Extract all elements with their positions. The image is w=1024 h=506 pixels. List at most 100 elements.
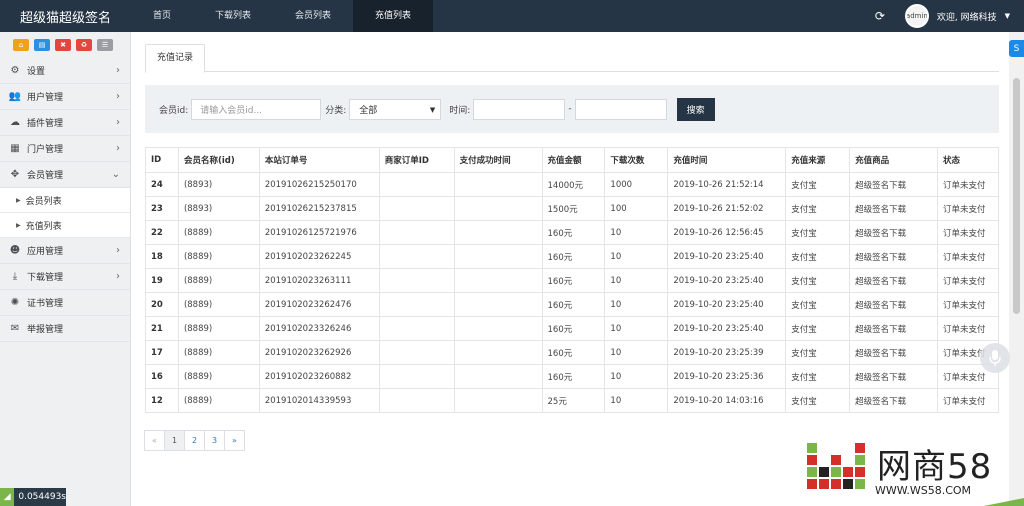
recycle-quick-button[interactable]: ♻	[76, 39, 92, 51]
column-header[interactable]: 充值来源	[785, 147, 851, 173]
column-header[interactable]: 充值商品	[849, 147, 938, 173]
table-cell: 160元	[541, 292, 606, 317]
nav-item[interactable]: 充值列表	[353, 0, 434, 32]
table-row[interactable]: 17 (8889) 2019102023262926 160元 10 2019-10-20…	[145, 340, 1000, 365]
table-cell: 订单未支付	[936, 220, 1000, 245]
table-row[interactable]: 22 (8889) 20191026125721976 160元 10 2019-10-2…	[145, 220, 1000, 245]
triangle-right-icon: ▶	[16, 196, 21, 204]
watermark-text: 网商58	[877, 447, 993, 487]
table-cell: 18	[145, 244, 179, 269]
column-header[interactable]: 商家订单ID	[378, 147, 455, 173]
table-cell: 2019-10-20 23:25:36	[667, 364, 787, 389]
table-cell: 10	[604, 220, 669, 245]
column-header[interactable]: 充值时间	[667, 147, 787, 173]
table-row[interactable]: 24 (8893) 20191026215250170 14000元 1000 2019-…	[145, 172, 1000, 197]
timer-logo-icon: ◢	[0, 488, 15, 506]
table-cell: 2019-10-26 21:52:02	[667, 196, 787, 221]
quick-actions: ⌂ ▤ ✖ ♻ ☰	[0, 32, 130, 58]
table-cell: 2019-10-20 23:25:40	[667, 244, 787, 269]
end-time-input[interactable]	[574, 98, 667, 120]
caret-down-icon[interactable]: ▼	[1005, 12, 1010, 20]
column-header[interactable]: 状态	[936, 147, 1000, 173]
tab-recharge-records[interactable]: 充值记录	[145, 44, 206, 73]
avatar[interactable]: admin	[904, 4, 929, 28]
table-cell: 2019-10-20 23:25:40	[667, 268, 787, 293]
table-cell: 支付宝	[785, 220, 851, 245]
sidebar-item[interactable]: ⚙ 设置 ›	[0, 58, 130, 84]
table-row[interactable]: 23 (8893) 20191026215237815 1500元 100 2019-10…	[145, 196, 1000, 221]
table-cell: (8889)	[177, 244, 260, 269]
table-row[interactable]: 18 (8889) 2019102023262245 160元 10 2019-10-20…	[145, 244, 1000, 269]
microphone-icon[interactable]	[980, 343, 1010, 373]
android-icon: ☻	[9, 245, 21, 256]
table-cell: 17	[145, 340, 179, 365]
pagination-page[interactable]: 1	[164, 430, 185, 451]
table-cell: 订单未支付	[936, 268, 1000, 293]
nav-item[interactable]: 首页	[131, 0, 193, 32]
table-cell: 超级签名下载	[849, 364, 938, 389]
list-quick-button[interactable]: ☰	[97, 39, 113, 51]
home-quick-button[interactable]: ⌂	[13, 39, 29, 51]
vertical-scrollbar[interactable]	[1009, 32, 1024, 506]
table-row[interactable]: 19 (8889) 2019102023263111 160元 10 2019-10-20…	[145, 268, 1000, 293]
table-cell: 2019102023262245	[258, 244, 380, 269]
trash-quick-button[interactable]: ✖	[55, 39, 71, 51]
table-cell: 10	[604, 340, 669, 365]
pagination-page[interactable]: 2	[184, 430, 205, 451]
sidebar-subitem[interactable]: ▶ 会员列表	[0, 188, 130, 213]
side-tool-icon[interactable]: S	[1009, 40, 1024, 57]
table-row[interactable]: 12 (8889) 2019102014339593 25元 10 2019-10-20 …	[145, 388, 1000, 413]
recharge-table: ID 会员名称(id) 本站订单号 商家订单ID 支付成功时间 充值金额 下载次数 充值时间充…	[145, 147, 1000, 413]
sidebar-item-label: 举报管理	[27, 325, 64, 335]
scrollbar-thumb[interactable]	[1013, 78, 1020, 314]
file-quick-button[interactable]: ▤	[34, 39, 50, 51]
table-row[interactable]: 21 (8889) 2019102023326246 160元 10 2019-10-20…	[145, 316, 1000, 341]
sidebar-item[interactable]: ☁ 插件管理 ›	[0, 110, 130, 136]
table-cell: 12	[145, 388, 179, 413]
start-time-input[interactable]	[473, 98, 566, 120]
table-cell: 支付宝	[785, 292, 851, 317]
category-value: 全部	[359, 105, 378, 116]
table-cell: (8893)	[177, 196, 260, 221]
column-header[interactable]: 充值金额	[541, 147, 606, 173]
pagination-prev[interactable]: «	[144, 430, 165, 451]
sidebar-item[interactable]: ⤓ 下载管理 ›	[0, 264, 130, 290]
table-cell: 订单未支付	[936, 196, 1000, 221]
refresh-icon[interactable]: ⟳	[873, 9, 887, 23]
home-icon: ⌂	[18, 41, 24, 49]
table-cell: 14000元	[541, 172, 606, 197]
table-cell	[378, 244, 455, 269]
category-select[interactable]: 全部 ▼	[349, 98, 442, 120]
sidebar-item[interactable]: ▦ 门户管理 ›	[0, 136, 130, 162]
user-menu[interactable]: 欢迎, 网络科技	[937, 10, 997, 23]
column-header[interactable]: 下载次数	[604, 147, 669, 173]
sidebar-item[interactable]: ✉ 举报管理	[0, 316, 130, 342]
nav-item[interactable]: 下载列表	[193, 0, 273, 32]
pagination-page[interactable]: 3	[204, 430, 225, 451]
search-button[interactable]: 搜索	[676, 97, 715, 121]
envelope-icon: ✉	[10, 323, 20, 334]
member-id-input[interactable]: 请输入会员id...	[191, 98, 322, 120]
brand-title[interactable]: 超级猫超级签名	[0, 0, 131, 32]
sidebar-item[interactable]: ☻ 应用管理 ›	[0, 238, 130, 264]
table-cell: 16	[145, 364, 179, 389]
table-cell: 160元	[541, 220, 606, 245]
column-header[interactable]: ID	[145, 147, 179, 173]
column-header[interactable]: 支付成功时间	[453, 147, 543, 173]
table-row[interactable]: 16 (8889) 2019102023260882 160元 10 2019-10-20…	[145, 364, 1000, 389]
table-row[interactable]: 20 (8889) 2019102023262476 160元 10 2019-10-20…	[145, 292, 1000, 317]
sidebar-item[interactable]: ✥ 会员管理 ⌄	[0, 162, 130, 188]
column-header[interactable]: 本站订单号	[258, 147, 380, 173]
sidebar-subitem[interactable]: ▶ 充值列表	[0, 213, 130, 238]
sidebar-item[interactable]: ✺ 证书管理	[0, 290, 130, 316]
table-cell: 2019-10-26 12:56:45	[667, 220, 787, 245]
column-header[interactable]: 会员名称(id)	[177, 147, 260, 173]
table-cell	[378, 316, 455, 341]
certificate-icon: ✺	[10, 297, 20, 308]
nav-item[interactable]: 会员列表	[273, 0, 353, 32]
sidebar-item[interactable]: 👥 用户管理 ›	[0, 84, 130, 110]
chevron-icon: ⌄	[111, 169, 120, 180]
table-cell: 1500元	[541, 196, 606, 221]
table-cell: 10	[604, 316, 669, 341]
pagination-next[interactable]: »	[224, 430, 245, 451]
